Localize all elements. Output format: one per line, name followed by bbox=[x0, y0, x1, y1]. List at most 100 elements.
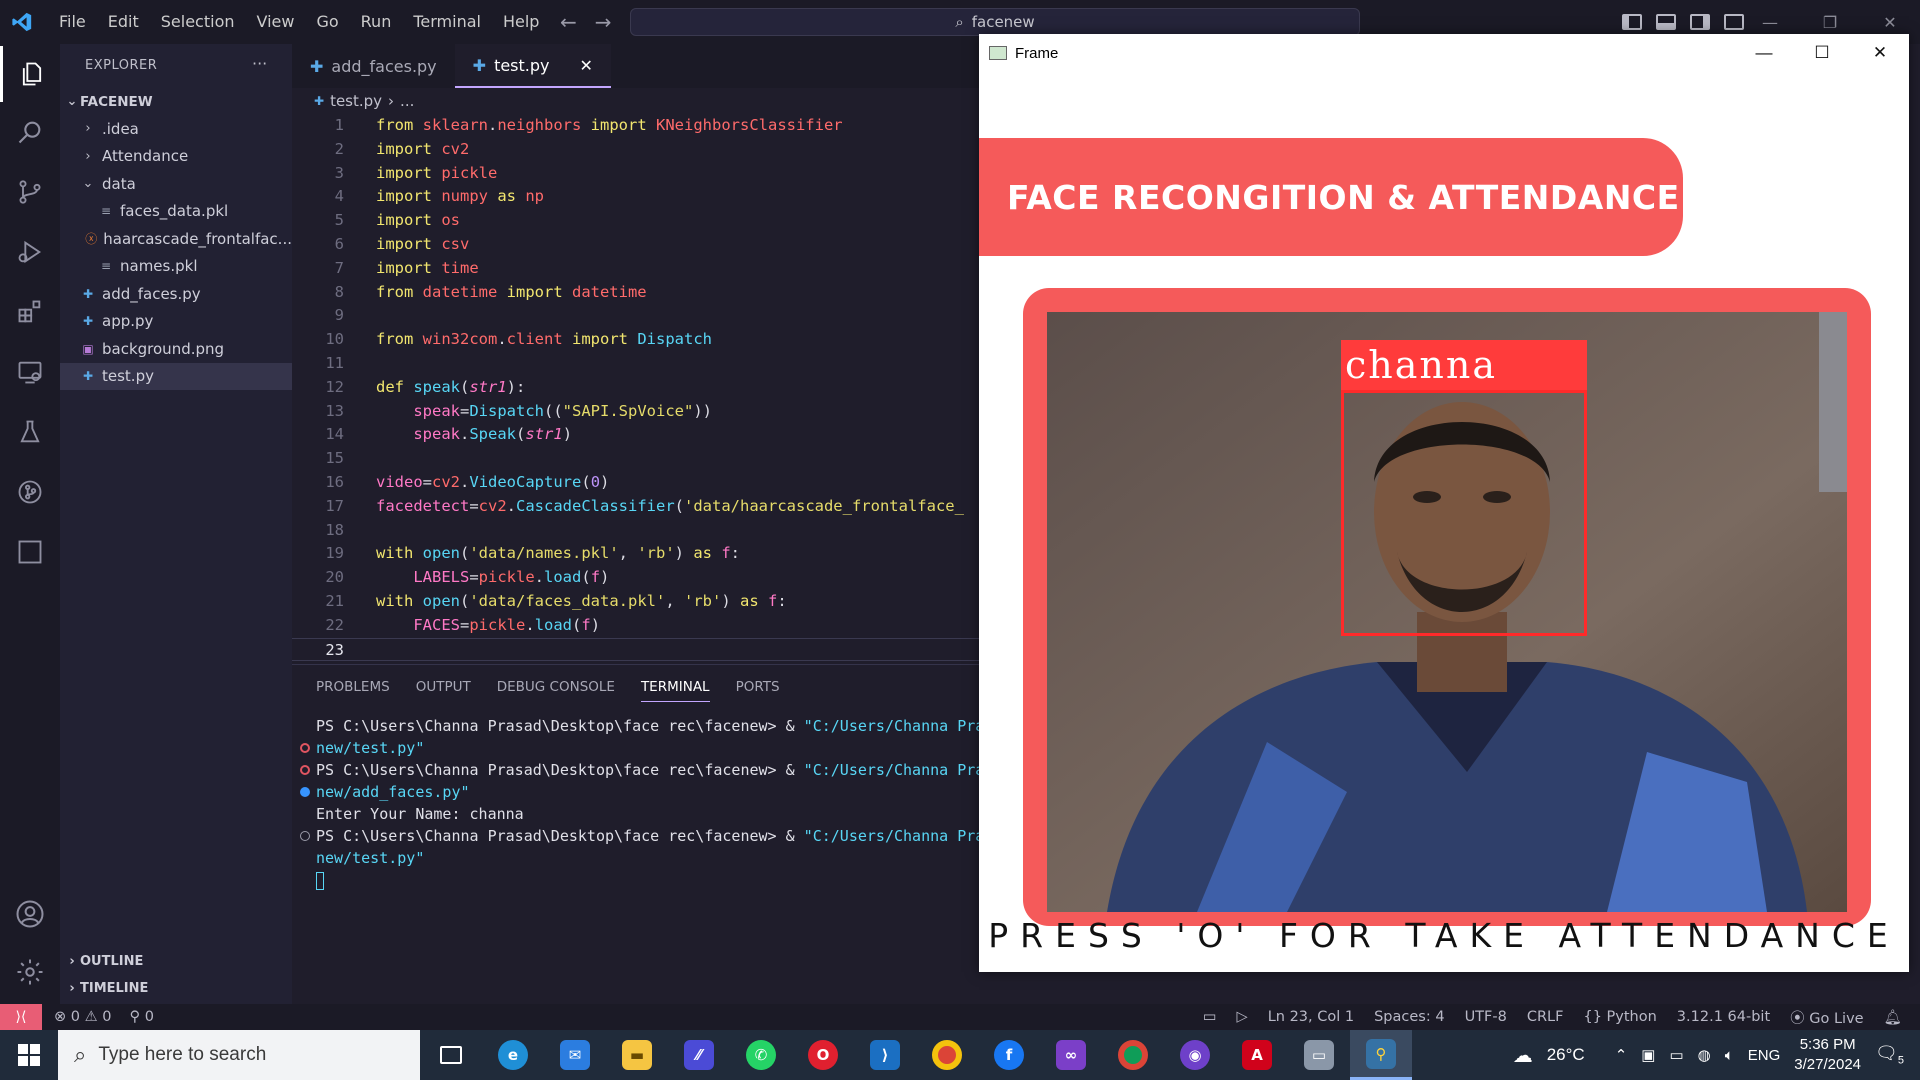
remote-indicator-icon[interactable]: ⟩⟨ bbox=[0, 1004, 42, 1030]
vscode-taskbar-icon[interactable]: ⟩ bbox=[854, 1030, 916, 1080]
menu-help[interactable]: Help bbox=[492, 0, 550, 44]
app-window-icon[interactable]: ▭ bbox=[1288, 1030, 1350, 1080]
chrome-icon[interactable] bbox=[916, 1030, 978, 1080]
tree-item[interactable]: ✚ test.py bbox=[60, 362, 292, 390]
frame-minimize-icon[interactable]: — bbox=[1735, 34, 1793, 72]
accounts-icon[interactable] bbox=[0, 886, 60, 942]
indentation[interactable]: Spaces: 4 bbox=[1374, 1009, 1444, 1025]
code-line[interactable]: 20 LABELS=pickle.load(f) bbox=[292, 566, 980, 590]
back-arrow-icon[interactable]: ← bbox=[560, 10, 577, 34]
acrobat-icon[interactable]: A bbox=[1226, 1030, 1288, 1080]
network-icon[interactable]: ◍ bbox=[1698, 1046, 1711, 1064]
meet-now-icon[interactable]: ▣ bbox=[1641, 1046, 1655, 1064]
tree-item[interactable]: ▣ background.png bbox=[60, 335, 292, 362]
code-line[interactable]: 4 import numpy as np bbox=[292, 185, 980, 209]
menu-file[interactable]: File bbox=[48, 0, 97, 44]
code-line[interactable]: 13 speak=Dispatch(("SAPI.SpVoice")) bbox=[292, 400, 980, 424]
code-line[interactable]: 18 bbox=[292, 519, 980, 543]
code-line[interactable]: 3 import pickle bbox=[292, 162, 980, 186]
code-line[interactable]: 6 import csv bbox=[292, 233, 980, 257]
cursor-position[interactable]: Ln 23, Col 1 bbox=[1268, 1009, 1354, 1025]
mail-icon[interactable]: ✉ bbox=[544, 1030, 606, 1080]
code-line[interactable]: 9 bbox=[292, 304, 980, 328]
run-debug-icon[interactable] bbox=[0, 224, 60, 280]
code-line[interactable]: 19 with open('data/names.pkl', 'rb') as f… bbox=[292, 542, 980, 566]
taskbar-search-input[interactable]: ⌕ Type here to search bbox=[58, 1030, 420, 1080]
command-status-icon[interactable] bbox=[300, 743, 310, 753]
code-editor[interactable]: 1 from sklearn.neighbors import KNeighbor… bbox=[292, 114, 980, 662]
whatsapp-icon[interactable]: ✆ bbox=[730, 1030, 792, 1080]
terminal-output[interactable]: PS C:\Users\Channa Prasad\Desktop\face r… bbox=[292, 715, 980, 891]
code-line[interactable]: 22 FACES=pickle.load(f) bbox=[292, 614, 980, 638]
code-line[interactable]: 12 def speak(str1): bbox=[292, 376, 980, 400]
volume-icon[interactable]: 🔈︎ bbox=[1725, 1047, 1734, 1064]
code-line[interactable]: 8 from datetime import datetime bbox=[292, 281, 980, 305]
encoding[interactable]: UTF-8 bbox=[1465, 1009, 1507, 1025]
code-line[interactable]: 10 from win32com.client import Dispatch bbox=[292, 328, 980, 352]
panel-tab-terminal[interactable]: TERMINAL bbox=[640, 679, 710, 702]
opera-icon[interactable]: O bbox=[792, 1030, 854, 1080]
ports-status[interactable]: ⚲ 0 bbox=[129, 1009, 153, 1025]
menu-edit[interactable]: Edit bbox=[97, 0, 150, 44]
windows-start-icon[interactable] bbox=[0, 1030, 58, 1080]
code-line[interactable]: 11 bbox=[292, 352, 980, 376]
github-icon[interactable]: ◉ bbox=[1164, 1030, 1226, 1080]
azure-data-icon[interactable]: ⁄⁄ bbox=[668, 1030, 730, 1080]
code-line[interactable]: 17 facedetect=cv2.CascadeClassifier('data… bbox=[292, 495, 980, 519]
edge-icon[interactable]: e bbox=[482, 1030, 544, 1080]
source-control-icon[interactable] bbox=[0, 164, 60, 220]
breadcrumb-symbol[interactable]: ... bbox=[400, 92, 414, 110]
python-taskbar-icon[interactable]: ⚲ bbox=[1350, 1030, 1412, 1080]
command-status-icon[interactable] bbox=[300, 831, 310, 841]
layout-status-icon[interactable]: ▭ bbox=[1203, 1009, 1217, 1025]
panel-tab-problems[interactable]: PROBLEMS bbox=[316, 679, 390, 702]
notifications-bell-icon[interactable]: 🔔︎ bbox=[1884, 1009, 1902, 1026]
tree-item[interactable]: ✚ app.py bbox=[60, 308, 292, 335]
code-line[interactable]: 14 speak.Speak(str1) bbox=[292, 423, 980, 447]
code-line[interactable]: 21 with open('data/faces_data.pkl', 'rb')… bbox=[292, 590, 980, 614]
command-center-search[interactable]: ⌕ facenew bbox=[630, 8, 1360, 36]
facebook-icon[interactable]: f bbox=[978, 1030, 1040, 1080]
command-status-icon[interactable] bbox=[300, 787, 310, 797]
tree-item[interactable]: › .idea bbox=[60, 115, 292, 142]
menu-go[interactable]: Go bbox=[305, 0, 349, 44]
close-tab-icon[interactable]: ✕ bbox=[580, 56, 593, 75]
tree-item[interactable]: ≡ faces_data.pkl bbox=[60, 198, 292, 225]
menu-selection[interactable]: Selection bbox=[150, 0, 246, 44]
menu-run[interactable]: Run bbox=[350, 0, 403, 44]
testing-icon[interactable] bbox=[0, 404, 60, 460]
weather-icon[interactable]: ☁ bbox=[1513, 1043, 1533, 1068]
timeline-section[interactable]: › TIMELINE bbox=[60, 975, 292, 1002]
tree-item[interactable]: ⌄ data bbox=[60, 170, 292, 197]
terminal-cursor-line[interactable] bbox=[292, 869, 980, 891]
toggle-secondary-sidebar-icon[interactable] bbox=[1690, 14, 1710, 30]
menu-view[interactable]: View bbox=[246, 0, 306, 44]
explorer-icon[interactable] bbox=[0, 46, 60, 102]
tree-item[interactable]: ≡ names.pkl bbox=[60, 253, 292, 280]
gitlens-icon[interactable] bbox=[0, 464, 60, 520]
code-line[interactable]: 5 import os bbox=[292, 209, 980, 233]
toggle-sidebar-icon[interactable] bbox=[1622, 14, 1642, 30]
panel-tab-output[interactable]: OUTPUT bbox=[416, 679, 471, 702]
python-interpreter[interactable]: 3.12.1 64-bit bbox=[1677, 1009, 1770, 1025]
forward-arrow-icon[interactable]: → bbox=[595, 10, 612, 34]
menu-terminal[interactable]: Terminal bbox=[402, 0, 492, 44]
explorer-more-actions[interactable]: ··· bbox=[252, 54, 267, 73]
code-line[interactable]: 16 video=cv2.VideoCapture(0) bbox=[292, 471, 980, 495]
remote-explorer-icon[interactable] bbox=[0, 344, 60, 400]
code-line[interactable]: 7 import time bbox=[292, 257, 980, 281]
workspace-root[interactable]: ⌄ FACENEW bbox=[60, 88, 292, 115]
settings-gear-icon[interactable] bbox=[0, 944, 60, 1000]
line-ending[interactable]: CRLF bbox=[1527, 1009, 1564, 1025]
panel-tab-ports[interactable]: PORTS bbox=[736, 679, 780, 702]
run-status-icon[interactable]: ▷ bbox=[1237, 1009, 1248, 1025]
tab-add-faces[interactable]: ✚ add_faces.py bbox=[292, 44, 455, 88]
code-line[interactable]: 15 bbox=[292, 447, 980, 471]
extensions-icon[interactable] bbox=[0, 284, 60, 340]
outline-section[interactable]: › OUTLINE bbox=[60, 948, 292, 975]
breadcrumb-file[interactable]: test.py bbox=[330, 92, 382, 110]
clock[interactable]: 5:36 PM 3/27/2024 bbox=[1794, 1035, 1861, 1075]
problems-status[interactable]: ⊗ 0 ⚠ 0 bbox=[54, 1009, 111, 1025]
task-view-icon[interactable] bbox=[420, 1030, 482, 1080]
panel-view-icon[interactable] bbox=[0, 524, 60, 580]
